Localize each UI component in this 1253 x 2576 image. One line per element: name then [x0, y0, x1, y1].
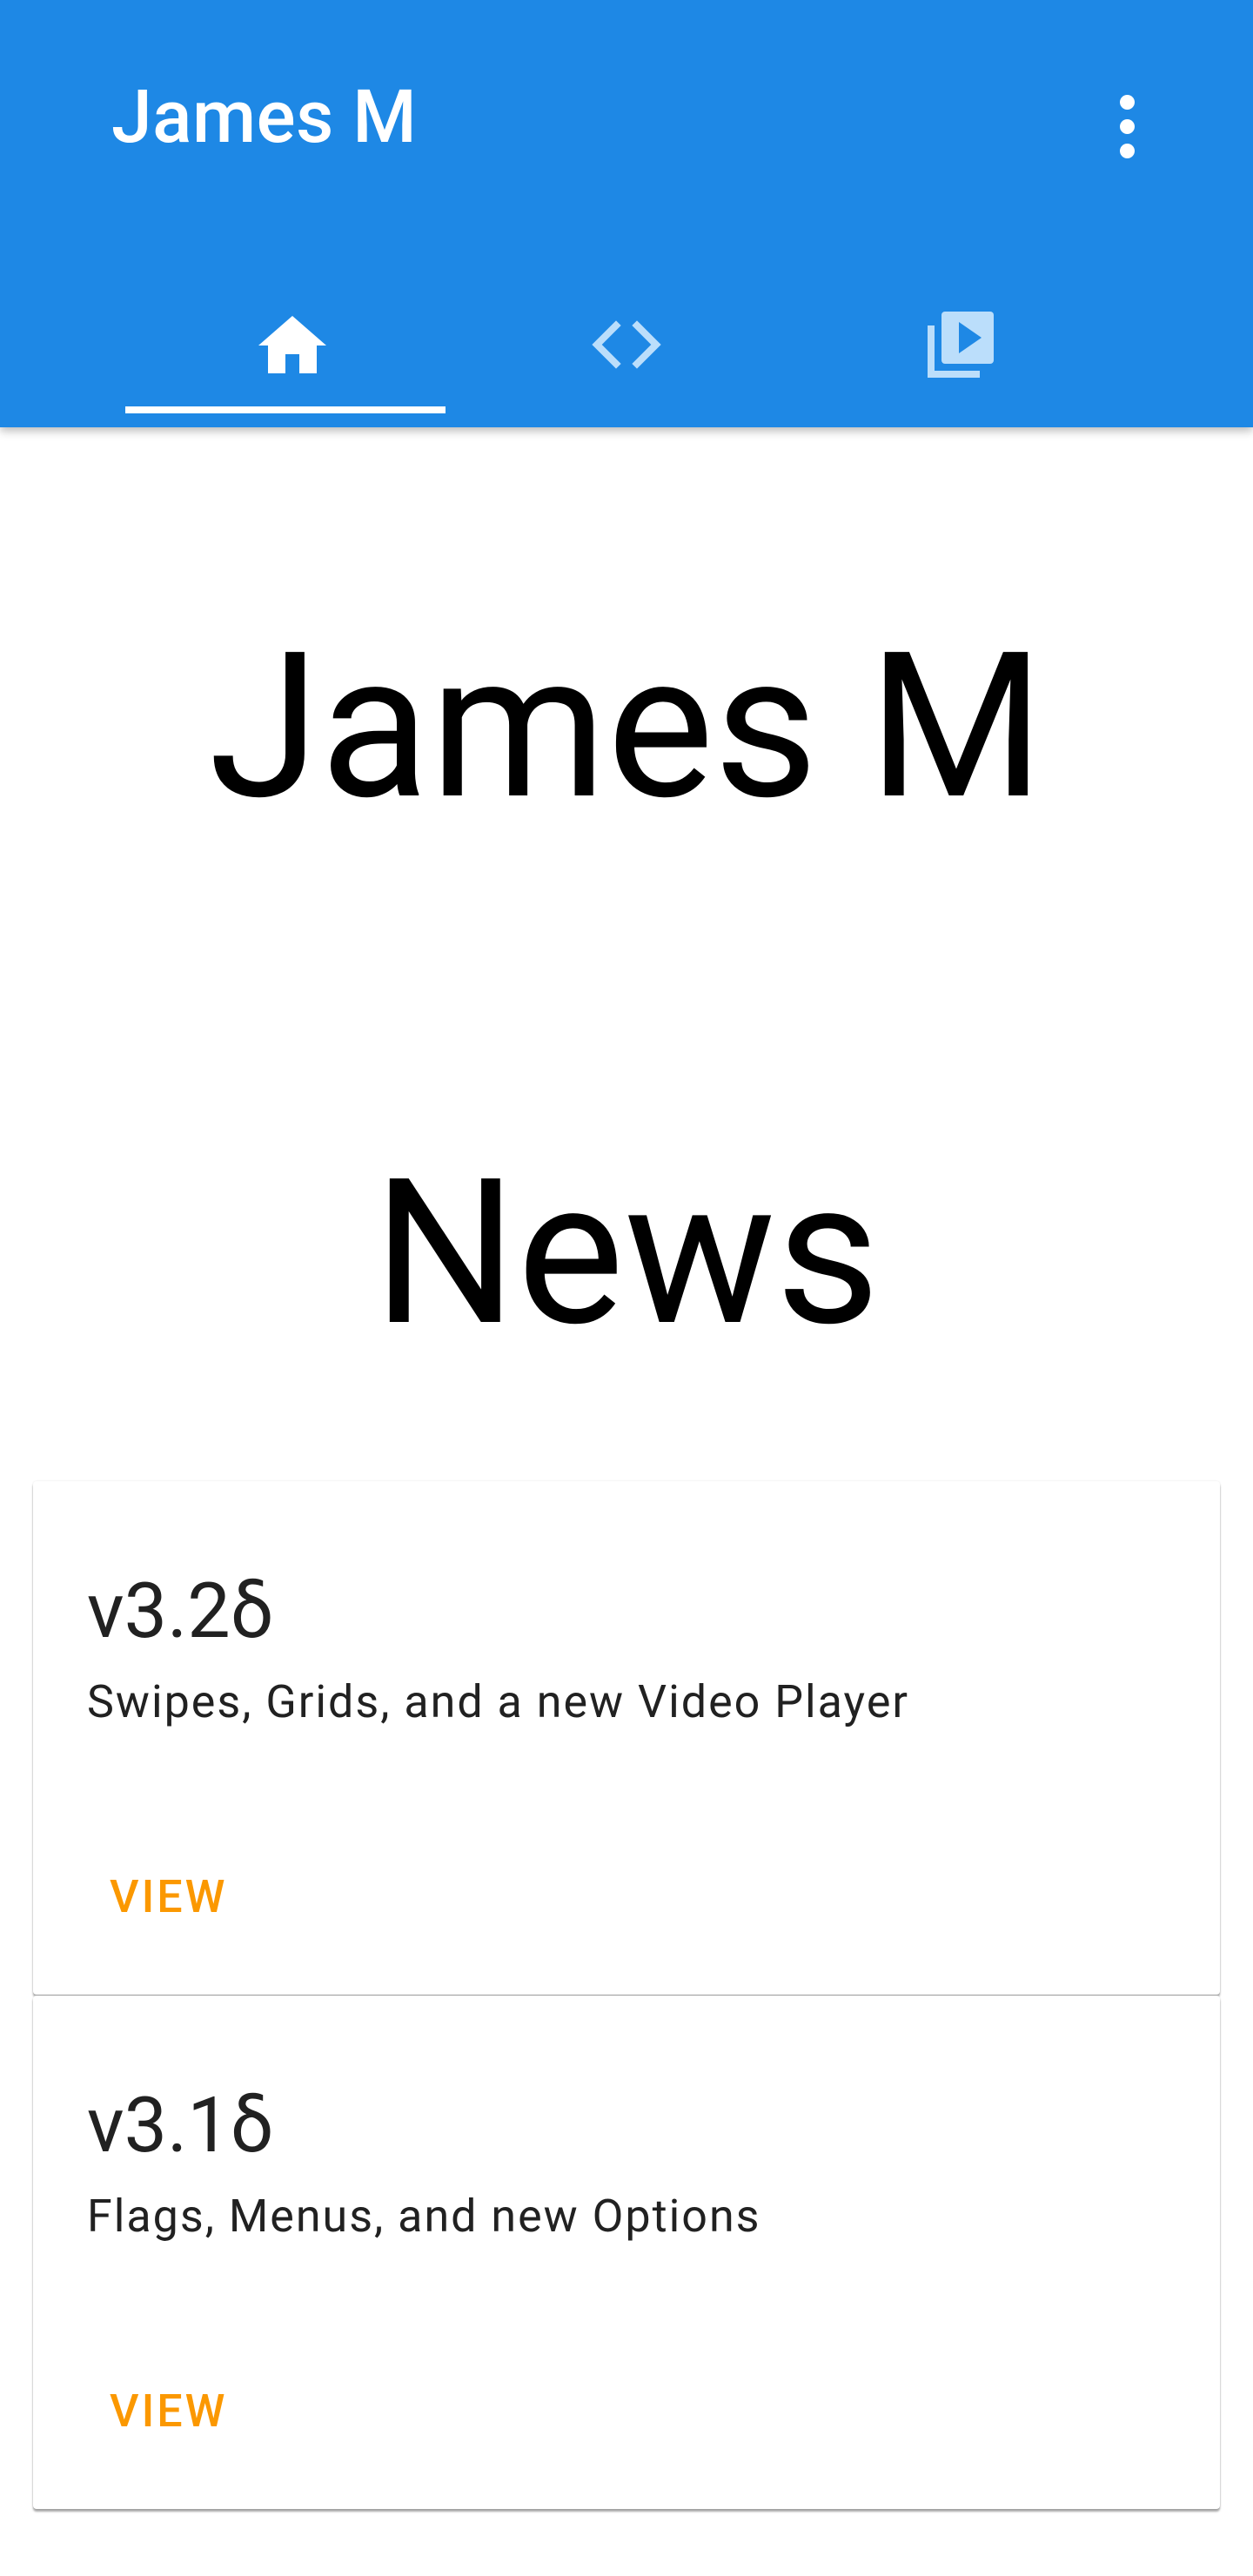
- app-bar-title: James M: [111, 74, 418, 160]
- tab-home[interactable]: [125, 261, 459, 427]
- hero-title: James M: [208, 608, 1045, 845]
- news-version: v3.1δ: [87, 2081, 274, 2170]
- news-version: v3.2δ: [87, 1566, 274, 1656]
- video-library-icon: [928, 311, 994, 378]
- tab-video-library[interactable]: [794, 261, 1128, 427]
- news-subtitle: Swipes, Grids, and a new Video Player: [87, 1675, 910, 1728]
- selected-tab-indicator: [125, 406, 446, 413]
- news-subtitle: Flags, Menus, and new Options: [87, 2190, 761, 2243]
- code-icon: [592, 319, 661, 369]
- news-card: v3.2δ Swipes, Grids, and a new Video Pla…: [33, 1481, 1220, 1995]
- view-button[interactable]: VIEW: [110, 2384, 227, 2439]
- tab-bar: [0, 261, 1253, 427]
- view-button[interactable]: VIEW: [110, 1869, 227, 1925]
- tab-code[interactable]: [459, 261, 794, 427]
- more-vert-icon[interactable]: [1101, 83, 1153, 170]
- app-bar: James M: [0, 0, 1253, 427]
- news-card: v3.1δ Flags, Menus, and new Options VIEW: [33, 1996, 1220, 2509]
- home-icon: [258, 315, 326, 373]
- section-title-news: News: [372, 1135, 881, 1372]
